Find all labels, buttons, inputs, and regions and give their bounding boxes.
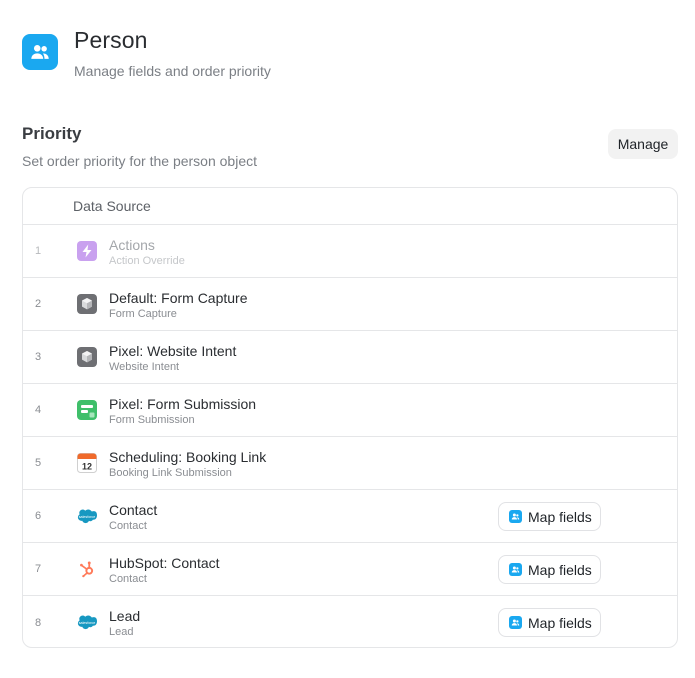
lightning-icon bbox=[77, 241, 97, 261]
row-description: Booking Link Submission bbox=[109, 467, 232, 479]
hubspot-icon bbox=[77, 559, 97, 579]
people-icon bbox=[509, 616, 522, 629]
row-title: Actions bbox=[109, 237, 155, 253]
map-fields-button[interactable]: Map fields bbox=[498, 502, 601, 531]
table-header: Data Source bbox=[23, 188, 677, 225]
form-icon bbox=[77, 400, 97, 420]
table-row[interactable]: 3 Pixel: Website Intent Website Intent bbox=[23, 331, 677, 384]
row-description: Action Override bbox=[109, 255, 185, 267]
row-title: Lead bbox=[109, 608, 141, 624]
salesforce-icon: salesforce bbox=[77, 506, 97, 526]
row-title: Default: Form Capture bbox=[109, 290, 248, 306]
people-icon bbox=[509, 510, 522, 523]
row-description: Website Intent bbox=[109, 361, 180, 373]
row-title: Pixel: Form Submission bbox=[109, 396, 257, 412]
table-row[interactable]: 5 12 Scheduling: Booking Link Booking Li… bbox=[23, 437, 677, 490]
people-icon bbox=[509, 563, 522, 576]
row-number: 5 bbox=[35, 457, 42, 469]
cube-icon bbox=[77, 347, 97, 367]
table-row[interactable]: 8 salesforce Lead Lead Map fields bbox=[23, 596, 677, 647]
table-row[interactable]: 2 Default: Form Capture Form Capture bbox=[23, 278, 677, 331]
calendar-icon: 12 bbox=[77, 453, 97, 473]
row-description: Form Capture bbox=[109, 308, 177, 320]
row-number: 6 bbox=[35, 510, 42, 522]
row-number: 4 bbox=[35, 404, 42, 416]
map-fields-label: Map fields bbox=[528, 561, 592, 578]
row-title: HubSpot: Contact bbox=[109, 555, 220, 571]
map-fields-button[interactable]: Map fields bbox=[498, 555, 601, 584]
table-row[interactable]: 1 Actions Action Override bbox=[23, 225, 677, 278]
row-number: 2 bbox=[35, 298, 42, 310]
svg-text:salesforce: salesforce bbox=[79, 515, 96, 519]
row-description: Contact bbox=[109, 520, 147, 532]
table-row[interactable]: 6 salesforce Contact Contact Map fields bbox=[23, 490, 677, 543]
calendar-icon-text: 12 bbox=[82, 462, 92, 472]
cube-icon bbox=[77, 294, 97, 314]
row-description: Form Submission bbox=[109, 414, 195, 426]
priority-subtitle: Set order priority for the person object bbox=[22, 153, 258, 169]
page-subtitle: Manage fields and order priority bbox=[74, 63, 271, 79]
priority-table: Data Source 1 Actions Action Override 2 bbox=[22, 187, 678, 648]
row-number: 7 bbox=[35, 563, 42, 575]
page-header: Person Manage fields and order priority bbox=[22, 24, 271, 80]
column-header-data-source: Data Source bbox=[73, 198, 151, 214]
row-description: Lead bbox=[109, 626, 134, 638]
page-title: Person bbox=[74, 27, 148, 53]
row-title: Contact bbox=[109, 502, 158, 518]
row-title: Scheduling: Booking Link bbox=[109, 449, 267, 465]
people-icon bbox=[22, 34, 58, 70]
row-number: 3 bbox=[35, 351, 42, 363]
salesforce-icon: salesforce bbox=[77, 612, 97, 632]
svg-text:salesforce: salesforce bbox=[79, 621, 96, 625]
map-fields-label: Map fields bbox=[528, 614, 592, 631]
map-fields-label: Map fields bbox=[528, 508, 592, 525]
row-number: 1 bbox=[35, 245, 42, 257]
map-fields-button[interactable]: Map fields bbox=[498, 608, 601, 637]
table-row[interactable]: 7 HubSpot: Contact Contact Map fields bbox=[23, 543, 677, 596]
manage-button[interactable]: Manage bbox=[608, 129, 678, 159]
row-number: 8 bbox=[35, 616, 42, 629]
row-description: Contact bbox=[109, 573, 147, 585]
row-title: Pixel: Website Intent bbox=[109, 343, 237, 359]
priority-title: Priority bbox=[22, 124, 82, 143]
table-row[interactable]: 4 Pixel: Form Submission Form Submission bbox=[23, 384, 677, 437]
